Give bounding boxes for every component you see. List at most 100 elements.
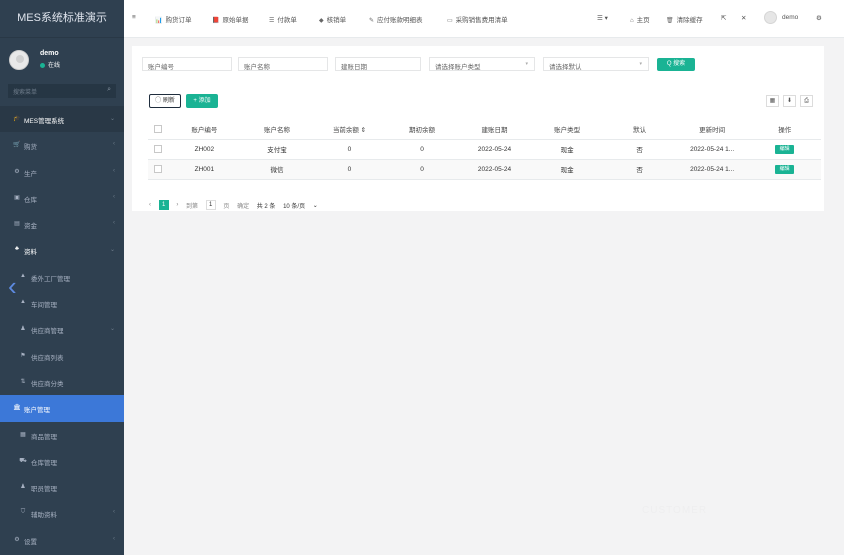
- sidebar-item-13[interactable]: ⛟ 仓库管理: [0, 448, 124, 474]
- supplier-icon: ♟: [20, 326, 26, 333]
- search-button[interactable]: Q 搜索: [657, 58, 695, 71]
- sidebar-item-11[interactable]: 🏛 账户管理: [0, 395, 124, 422]
- cell-default: 否: [603, 139, 676, 160]
- sort-icon: ⇅: [20, 378, 26, 385]
- sidebar-search[interactable]: 搜索菜单 ⌕: [8, 84, 116, 98]
- col-account-name[interactable]: 账户名称: [240, 119, 314, 140]
- sidebar-item-3[interactable]: ▣ 仓库 ‹: [0, 185, 124, 211]
- user-avatar-small[interactable]: [764, 11, 777, 24]
- default-select[interactable]: 请选择默认 ▾: [543, 57, 649, 71]
- row-checkbox[interactable]: [148, 159, 169, 180]
- menu-toggle-icon[interactable]: ≡: [132, 14, 136, 21]
- chevron-icon: ‹: [113, 141, 115, 148]
- cell-initial-balance: 0: [385, 139, 459, 160]
- bank-icon: 🏛: [13, 405, 21, 412]
- created-date-input[interactable]: 建账日期: [335, 57, 421, 71]
- table-row[interactable]: ZH002 支付宝 0 0 2022-05-24 现金 否 2022-05-24…: [148, 139, 821, 160]
- tab-payable-detail[interactable]: ✎ 应付账款明细表: [369, 14, 423, 24]
- account-type-select[interactable]: 请选择账户类型 ▾: [429, 57, 535, 71]
- sidebar-item-label: 供应商列表: [31, 354, 64, 362]
- select-all-checkbox[interactable]: [148, 119, 169, 140]
- fullscreen-icon[interactable]: ✕: [741, 14, 746, 22]
- tab-purchase-order[interactable]: 📊 购货订单: [155, 14, 191, 24]
- next-page-button[interactable]: ›: [176, 202, 178, 208]
- tab-writeoff[interactable]: ◆ 核销单: [319, 14, 346, 24]
- cell-account-type: 现金: [530, 139, 604, 160]
- search-input[interactable]: 搜索菜单: [13, 87, 37, 96]
- home-button[interactable]: ⌂ 主页: [630, 14, 650, 24]
- collapse-chevron-icon[interactable]: ‹: [8, 268, 24, 304]
- col-updated-time[interactable]: 更新时间: [675, 119, 749, 140]
- sidebar-item-15[interactable]: ⛉ 辅助资料 ‹: [0, 500, 124, 526]
- col-account-no[interactable]: 账户编号: [168, 119, 241, 140]
- add-button[interactable]: + 添加: [186, 94, 218, 108]
- edit-button[interactable]: 编辑: [775, 144, 795, 154]
- tab-list-dropdown[interactable]: ☰ ▾: [597, 14, 608, 22]
- search-icon[interactable]: ⌕: [107, 86, 111, 94]
- checkbox-icon[interactable]: [154, 124, 163, 133]
- page-input[interactable]: 1: [205, 200, 216, 210]
- cell-account-name: 支付宝: [240, 139, 314, 160]
- sidebar-item-4[interactable]: ▤ 资金 ‹: [0, 211, 124, 237]
- cell-updated-time: 2022-05-24 1...: [675, 159, 749, 180]
- page-size-label: 10 条/页: [283, 203, 306, 210]
- checkbox-icon[interactable]: [154, 145, 163, 153]
- refresh-button[interactable]: ◯ 刷新: [149, 94, 181, 108]
- money-icon: ▤: [14, 221, 20, 228]
- sidebar-item-10[interactable]: ⇅ 供应商分类: [0, 369, 124, 395]
- graduation-cap-icon: 🎓: [13, 116, 21, 122]
- sidebar-item-2[interactable]: ⚙ 生产 ‹: [0, 159, 124, 185]
- sidebar-item-12[interactable]: ▦ 商品管理: [0, 422, 124, 448]
- cell-account-name: 微信: [240, 159, 314, 180]
- col-created-date[interactable]: 建账日期: [458, 119, 531, 140]
- page-1-button[interactable]: 1: [158, 200, 169, 210]
- config-icon[interactable]: ⚙: [816, 14, 822, 22]
- sidebar-item-1[interactable]: 🛒 购货 ‹: [0, 132, 124, 158]
- app-title[interactable]: MES系统标准演示: [0, 0, 124, 38]
- tab-label: 应付账款明细表: [377, 17, 423, 24]
- sidebar-item-label: MES管理系统: [24, 118, 65, 125]
- row-checkbox[interactable]: [148, 139, 169, 160]
- sidebar-item-8[interactable]: ♟ 供应商管理 ⌄: [0, 316, 124, 342]
- watermark-logo: CUSTOMER: [642, 505, 708, 516]
- sidebar-item-label: 车间管理: [31, 302, 57, 310]
- expand-icon[interactable]: ⇱: [721, 14, 726, 22]
- sidebar-item-5[interactable]: ♣ 资料 ⌄: [0, 237, 124, 263]
- clear-cache-button[interactable]: 🗑 清除缓存: [666, 14, 703, 24]
- user-menu-label[interactable]: demo: [782, 14, 798, 21]
- table-panel: ◯ 刷新 + 添加 ▦ ⬇ ⎙ 账户编号 账户名称 当前余额 ⇕ 期初余额 建账…: [132, 84, 824, 211]
- prev-page-button[interactable]: ‹: [149, 202, 151, 208]
- columns-icon[interactable]: ▦: [766, 95, 779, 107]
- confirm-button[interactable]: 确定: [237, 201, 249, 210]
- sidebar-item-14[interactable]: ♟ 职员管理: [0, 474, 124, 500]
- page-size-select[interactable]: 10 条/页 ⌄: [283, 201, 324, 210]
- gear-icon: ⚙: [14, 168, 20, 175]
- cell-account-no: ZH002: [168, 139, 241, 160]
- sidebar-item-label: 商品管理: [31, 433, 57, 441]
- table-row[interactable]: ZH001 微信 0 0 2022-05-24 现金 否 2022-05-24 …: [148, 159, 821, 180]
- tab-label: 原始单据: [222, 17, 249, 24]
- book-icon: 📕: [212, 18, 220, 24]
- col-default[interactable]: 默认: [603, 119, 676, 140]
- account-name-input[interactable]: 账户名称: [238, 57, 328, 71]
- tab-original-docs[interactable]: 📕 原始单据: [212, 14, 248, 24]
- export-icon[interactable]: ⬇: [783, 95, 796, 107]
- staff-icon: ♟: [20, 484, 26, 491]
- col-initial-balance[interactable]: 期初余额: [385, 119, 459, 140]
- tab-expense-list[interactable]: ▭ 采购销售费用清单: [447, 14, 508, 24]
- cell-created-date: 2022-05-24: [458, 139, 531, 160]
- sidebar-item-9[interactable]: ⚑ 供应商列表: [0, 343, 124, 369]
- sidebar-item-16[interactable]: ⚙ 设置 ‹: [0, 527, 124, 553]
- avatar[interactable]: [9, 50, 29, 70]
- checkbox-icon[interactable]: [154, 165, 163, 173]
- account-no-input[interactable]: 账户编号: [142, 57, 232, 71]
- col-account-type[interactable]: 账户类型: [530, 119, 604, 140]
- sidebar-item-0[interactable]: 🎓 MES管理系统 ⌄: [0, 106, 124, 133]
- edit-button[interactable]: 编辑: [775, 164, 795, 174]
- diamond-icon: ◆: [319, 18, 324, 24]
- print-icon[interactable]: ⎙: [800, 95, 813, 107]
- cart-icon: 🛒: [13, 142, 21, 149]
- col-current-balance[interactable]: 当前余额 ⇕: [313, 119, 386, 140]
- sidebar-item-label: 辅助资料: [31, 512, 57, 520]
- tab-payment[interactable]: ☰ 付款单: [269, 14, 297, 24]
